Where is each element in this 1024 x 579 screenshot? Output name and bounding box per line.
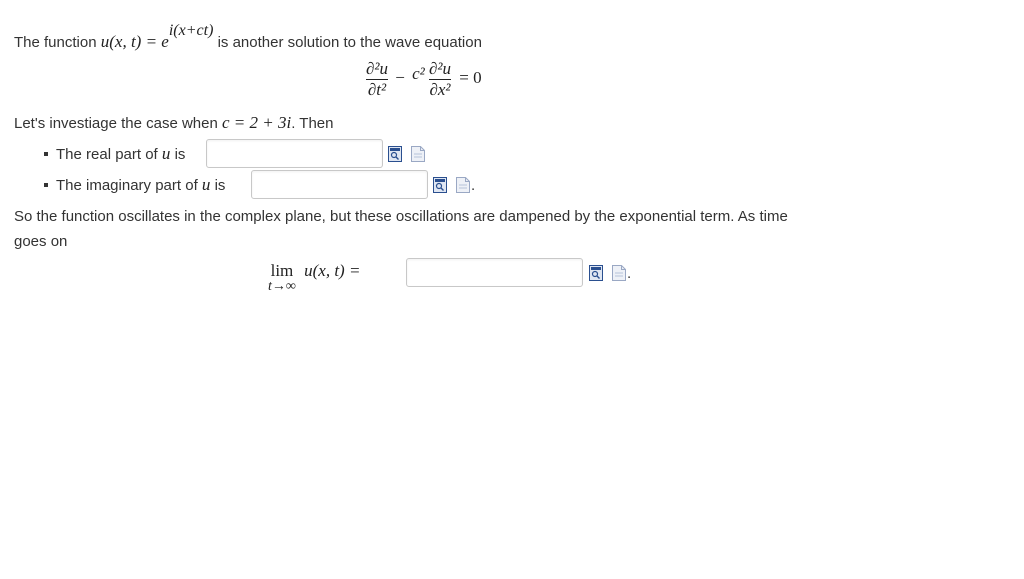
- fraction-term1: ∂²u ∂t²: [366, 60, 388, 99]
- intro-base: e: [161, 32, 169, 51]
- intro-suffix: is another solution to the wave equation: [217, 34, 482, 51]
- real-part-input[interactable]: [206, 139, 383, 168]
- preview-icon[interactable]: [589, 265, 603, 281]
- bullet-icon: [44, 182, 48, 187]
- limit-expression: lim t→∞ u(x, t) =: [268, 262, 360, 294]
- case-then: . Then: [291, 115, 334, 132]
- limit-input[interactable]: [406, 258, 583, 287]
- intro-func: u(x, t) =: [100, 32, 162, 51]
- fraction-term2: ∂²u ∂x²: [429, 60, 451, 99]
- minus-sign: −: [395, 68, 405, 88]
- limit-operator: lim t→∞: [268, 262, 296, 294]
- term1-denominator: ∂t²: [367, 80, 387, 99]
- help-document-icon[interactable]: [411, 146, 425, 162]
- case-math: c = 2 + 3i: [222, 113, 292, 132]
- lim-subscript: t→∞: [268, 279, 296, 294]
- paragraph-line-2: goes on: [14, 233, 68, 250]
- intro-prefix: The function: [14, 34, 97, 51]
- period: .: [471, 177, 476, 194]
- c-squared: c²: [412, 64, 425, 84]
- list-item-imaginary-part: The imaginary part of u is: [44, 175, 225, 195]
- term2-numerator: ∂²u: [429, 59, 451, 78]
- wave-equation: ∂²u ∂t² − c² ∂²u ∂x² = 0: [366, 60, 482, 99]
- real-part-label: The real part of: [56, 146, 158, 163]
- limit-expr: u(x, t) =: [304, 261, 361, 280]
- imaginary-part-is: is: [214, 177, 226, 194]
- period: .: [627, 265, 632, 282]
- imaginary-part-label: The imaginary part of: [56, 177, 198, 194]
- real-part-var: u: [161, 144, 171, 163]
- imaginary-part-var: u: [201, 175, 211, 194]
- term1-numerator: ∂²u: [366, 59, 388, 78]
- case-text: Let's investiage the case when: [14, 115, 218, 132]
- term2-denominator: ∂x²: [429, 80, 451, 99]
- equation-rhs: = 0: [459, 68, 482, 88]
- paragraph-line-1: So the function oscillates in the comple…: [14, 208, 788, 225]
- list-item-real-part: The real part of u is: [44, 144, 185, 164]
- help-document-icon[interactable]: [612, 265, 626, 281]
- lim-text: lim: [270, 261, 294, 280]
- preview-icon[interactable]: [433, 177, 447, 193]
- case-line: Let's investiage the case when c = 2 + 3…: [14, 113, 333, 133]
- intro-exponent: i(x+ct): [168, 22, 214, 39]
- bullet-icon: [44, 151, 48, 156]
- imaginary-part-input[interactable]: [251, 170, 428, 199]
- preview-icon[interactable]: [388, 146, 402, 162]
- intro-line: The function u(x, t) = ei(x+ct) is anoth…: [14, 22, 482, 52]
- real-part-is: is: [174, 146, 186, 163]
- help-document-icon[interactable]: [456, 177, 470, 193]
